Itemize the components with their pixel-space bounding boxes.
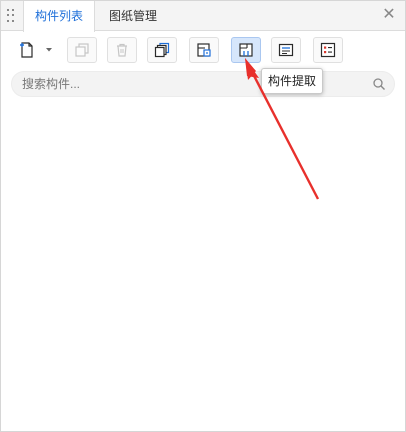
- tab-bar: 构件列表 图纸管理 ✕: [1, 1, 405, 32]
- component-panel: 构件列表 图纸管理 ✕: [0, 0, 406, 432]
- layer-copy-icon: [197, 43, 211, 57]
- close-icon[interactable]: ✕: [381, 7, 397, 23]
- copy-icon: [75, 43, 89, 57]
- new-component-dropdown[interactable]: [43, 37, 55, 63]
- search-box: [11, 71, 395, 97]
- delete-button[interactable]: [107, 37, 137, 63]
- extract-component-button[interactable]: [231, 37, 261, 63]
- caret-down-icon: [46, 48, 52, 52]
- trash-icon: [117, 43, 127, 57]
- new-file-icon: [20, 42, 33, 58]
- checklist-icon: [320, 42, 336, 58]
- tab-component-list[interactable]: 构件列表: [23, 1, 95, 32]
- list-button[interactable]: [313, 37, 343, 63]
- properties-button[interactable]: [271, 37, 301, 63]
- tooltip: 构件提取: [261, 68, 323, 94]
- multi-copy-button[interactable]: [147, 37, 177, 63]
- search-icon[interactable]: [372, 77, 386, 91]
- component-list-area: [2, 101, 404, 431]
- stack-copy-icon: [154, 42, 170, 58]
- toolbar: [11, 37, 391, 63]
- new-component-button[interactable]: [11, 37, 43, 63]
- drag-handle-icon[interactable]: [7, 9, 15, 23]
- floor-copy-button[interactable]: [189, 37, 219, 63]
- list-panel-icon: [278, 43, 294, 57]
- tab-drawing-management[interactable]: 图纸管理: [95, 1, 171, 31]
- extract-icon: [239, 43, 253, 57]
- copy-button[interactable]: [67, 37, 97, 63]
